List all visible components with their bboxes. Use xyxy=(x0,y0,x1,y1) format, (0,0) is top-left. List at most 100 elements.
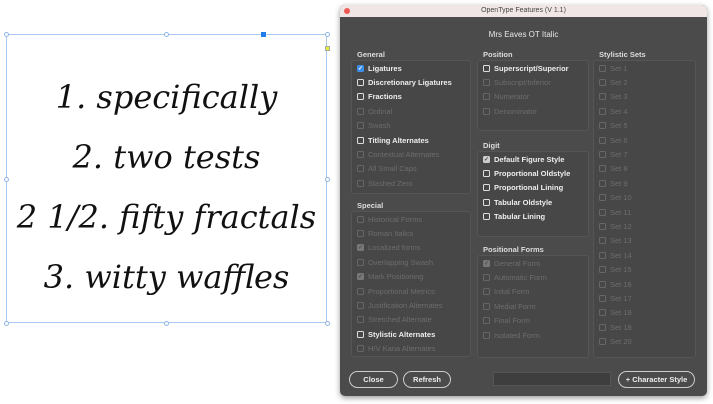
checkbox-option: Swash xyxy=(357,121,391,131)
checkbox-icon xyxy=(357,229,364,237)
option-label: Inital Form xyxy=(494,287,530,297)
character-style-button[interactable]: + Character Style xyxy=(618,371,695,388)
frame-anchor[interactable] xyxy=(261,32,266,37)
checkbox-icon xyxy=(357,165,364,173)
checkbox-icon xyxy=(483,331,490,339)
style-name-input[interactable] xyxy=(493,372,611,386)
option-label: Set 2 xyxy=(610,77,628,87)
checkbox-icon xyxy=(357,215,364,223)
option-label: Stretched Alternate xyxy=(368,315,432,325)
checkbox-option: Set 17 xyxy=(599,293,632,303)
checkbox-icon[interactable] xyxy=(483,169,490,177)
frame-handle[interactable] xyxy=(325,321,330,326)
text-line: 1. specifically xyxy=(55,78,278,116)
checkbox-option[interactable]: Discretionary Ligatures xyxy=(357,77,452,87)
checkbox-option[interactable]: Titling Alternates xyxy=(357,135,429,145)
checkbox-icon[interactable] xyxy=(483,198,490,206)
group-header: General xyxy=(357,50,385,59)
frame-handle[interactable] xyxy=(4,177,9,182)
frame-handle[interactable] xyxy=(325,32,330,37)
checkbox-option: H/V Kana Alternates xyxy=(357,344,436,354)
checkbox-option: Set 15 xyxy=(599,265,632,275)
option-label: Set 4 xyxy=(610,106,628,116)
checkbox-option[interactable]: ✓ Default Figure Style xyxy=(483,154,564,164)
close-window-icon[interactable] xyxy=(344,8,350,14)
checkbox-icon[interactable] xyxy=(357,78,364,86)
option-label: Roman Italics xyxy=(368,228,414,238)
checkbox-icon xyxy=(599,294,606,302)
checkbox-option: Set 20 xyxy=(599,337,632,347)
option-label: Set 18 xyxy=(610,308,632,318)
checkbox-option: Set 4 xyxy=(599,106,628,116)
option-label: Ligatures xyxy=(368,63,402,73)
checkbox-option[interactable]: Superscript/Superior xyxy=(483,63,569,73)
checkbox-option: Inital Form xyxy=(483,287,529,297)
checkbox-option[interactable]: Proportional Lining xyxy=(483,183,563,193)
checkbox-option[interactable]: Proportional Oldstyle xyxy=(483,168,570,178)
option-label: Localized forms xyxy=(368,243,421,253)
checkbox-option[interactable]: Tabular Lining xyxy=(483,212,545,222)
checkbox-icon xyxy=(599,222,606,230)
checkbox-option: Set 3 xyxy=(599,92,628,102)
checkbox-icon xyxy=(357,301,364,309)
option-label: Proportional Lining xyxy=(494,183,564,193)
frame-handle[interactable] xyxy=(4,321,9,326)
checkbox-option: Set 11 xyxy=(599,207,631,217)
option-label: Ordinal xyxy=(368,106,393,116)
checkbox-icon xyxy=(483,302,490,310)
option-label: Set 6 xyxy=(610,135,628,145)
option-label: Set 12 xyxy=(610,221,632,231)
option-label: Tabular Lining xyxy=(494,212,546,222)
frame-handle[interactable] xyxy=(164,32,169,37)
option-label: Discretionary Ligatures xyxy=(368,77,452,87)
checkbox-option[interactable]: Tabular Oldstyle xyxy=(483,197,552,207)
checkbox-icon[interactable] xyxy=(483,184,490,192)
checkbox-icon[interactable] xyxy=(357,136,364,144)
checkbox-checked-icon[interactable]: ✓ xyxy=(483,155,490,163)
group-header: Special xyxy=(357,201,384,210)
checkbox-icon[interactable] xyxy=(483,213,490,221)
checkbox-option: Set 8 xyxy=(599,164,628,174)
checkbox-option: Set 5 xyxy=(599,121,628,131)
option-label: Set 3 xyxy=(610,92,628,102)
close-button[interactable]: Close xyxy=(349,371,398,388)
frame-handle[interactable] xyxy=(164,321,169,326)
frame-handle[interactable] xyxy=(325,177,330,182)
refresh-button[interactable]: Refresh xyxy=(403,371,451,388)
checkbox-checked-icon[interactable]: ✓ xyxy=(357,64,364,72)
checkbox-checked-icon: ✓ xyxy=(483,259,490,267)
checkbox-icon[interactable] xyxy=(357,330,364,338)
option-label: Superscript/Superior xyxy=(494,63,569,73)
option-label: Fractions xyxy=(368,92,402,102)
checkbox-icon[interactable] xyxy=(357,93,364,101)
option-label: Numerator xyxy=(494,92,530,102)
option-label: Set 1 xyxy=(610,63,628,73)
checkbox-option: Final Form xyxy=(483,316,530,326)
option-label: Proportional Metrics xyxy=(368,286,435,296)
checkbox-option: Overlapping Swash xyxy=(357,257,433,267)
option-label: Stylistic Alternates xyxy=(368,329,436,339)
checkbox-option[interactable]: Fractions xyxy=(357,92,402,102)
checkbox-icon xyxy=(599,78,606,86)
option-label: Proportional Oldstyle xyxy=(494,168,571,178)
option-label: Set 11 xyxy=(610,207,632,217)
checkbox-option: Contextual Alternates xyxy=(357,149,439,159)
checkbox-icon xyxy=(599,93,606,101)
checkbox-option: Set 14 xyxy=(599,250,632,260)
checkbox-option: All Small Caps xyxy=(357,164,417,174)
option-label: Set 20 xyxy=(610,337,632,347)
checkbox-option: Isolated Form xyxy=(483,330,540,340)
checkbox-option[interactable]: ✓ Ligatures xyxy=(357,63,402,73)
checkbox-icon xyxy=(599,136,606,144)
checkbox-icon xyxy=(599,208,606,216)
checkbox-option[interactable]: Stylistic Alternates xyxy=(357,329,435,339)
frame-handle[interactable] xyxy=(4,32,9,37)
title-bar[interactable]: OpenType Features (V 1.1) xyxy=(340,5,707,17)
option-label: Default Figure Style xyxy=(494,154,565,164)
group-header: Digit xyxy=(483,141,500,150)
checkbox-icon[interactable] xyxy=(483,64,490,72)
frame-yellow-handle[interactable] xyxy=(325,46,330,51)
checkbox-icon xyxy=(357,258,364,266)
checkbox-icon xyxy=(357,122,364,130)
option-label: Set 17 xyxy=(610,293,632,303)
